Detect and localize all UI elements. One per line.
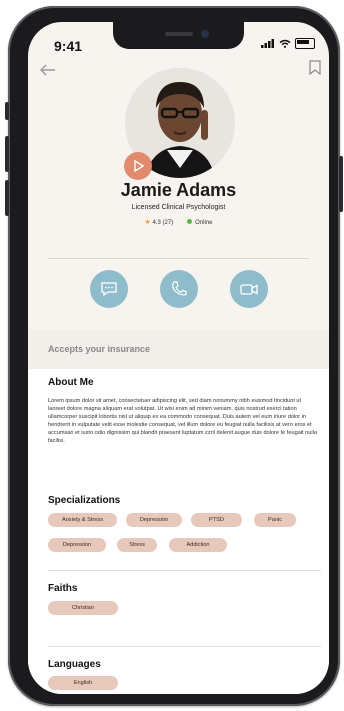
specialization-chip: Anxiety & Stress <box>48 513 117 527</box>
volume-up-button <box>5 136 9 172</box>
divider <box>48 570 321 571</box>
status-time: 9:41 <box>54 38 83 54</box>
play-video-button[interactable] <box>124 152 152 180</box>
video-call-button[interactable] <box>229 270 268 308</box>
back-arrow-icon[interactable] <box>40 60 56 81</box>
profile-meta: ★ 4.3 (27) Online <box>28 218 329 226</box>
online-dot <box>187 218 193 224</box>
mute-switch <box>5 102 9 120</box>
power-button <box>339 156 343 212</box>
online-status-text: Online <box>195 219 213 226</box>
insurance-banner: Accepts your insurance <box>28 329 329 369</box>
wifi-icon <box>279 39 291 48</box>
about-heading: About Me <box>48 377 94 388</box>
profile-name: Jamie Adams <box>120 180 237 200</box>
specializations-heading: Specializations <box>48 495 121 506</box>
status-icons <box>261 38 315 49</box>
profile-title: Licensed Clinical Psychologist <box>131 204 226 211</box>
divider <box>48 258 309 259</box>
front-camera <box>201 30 209 38</box>
chat-button[interactable] <box>89 270 128 308</box>
insurance-label: Accepts your insurance <box>48 344 151 354</box>
chat-icon <box>100 282 117 297</box>
contact-actions <box>28 270 329 308</box>
rating: ★ 4.3 (27) <box>145 218 174 226</box>
video-icon <box>239 284 258 295</box>
notch <box>113 22 244 49</box>
star-icon: ★ <box>144 219 151 226</box>
specialization-chip: PTSD <box>191 513 242 527</box>
specialization-chip: Addiction <box>169 538 227 552</box>
divider <box>48 646 321 647</box>
faith-chip: Christian <box>48 601 118 615</box>
profile-details: About Me Lorem ipsum dolor sit amet, con… <box>28 369 329 694</box>
app-screen: 9:41 Jamie Adams Licensed Clinical Psych… <box>28 22 329 694</box>
volume-down-button <box>5 180 9 216</box>
specialization-chip: Depression <box>126 513 182 527</box>
speaker <box>165 32 193 36</box>
specialization-chip: Depression <box>48 538 106 552</box>
phone-icon <box>171 281 187 296</box>
language-chip: English <box>48 676 118 690</box>
specialization-chip: Stress <box>117 538 157 552</box>
faiths-heading: Faiths <box>48 583 78 594</box>
bookmark-icon[interactable] <box>309 60 321 76</box>
play-icon <box>134 160 144 172</box>
about-text: Lorem ipsum dolor sit amet, consectetuer… <box>48 398 317 444</box>
signal-icon <box>261 39 274 48</box>
specialization-chip: Panic <box>254 513 296 527</box>
online-status: Online <box>187 218 213 226</box>
battery-icon <box>295 38 315 49</box>
call-button[interactable] <box>159 270 198 308</box>
languages-heading: Languages <box>48 659 101 670</box>
rating-text: 4.3 (27) <box>152 220 174 226</box>
